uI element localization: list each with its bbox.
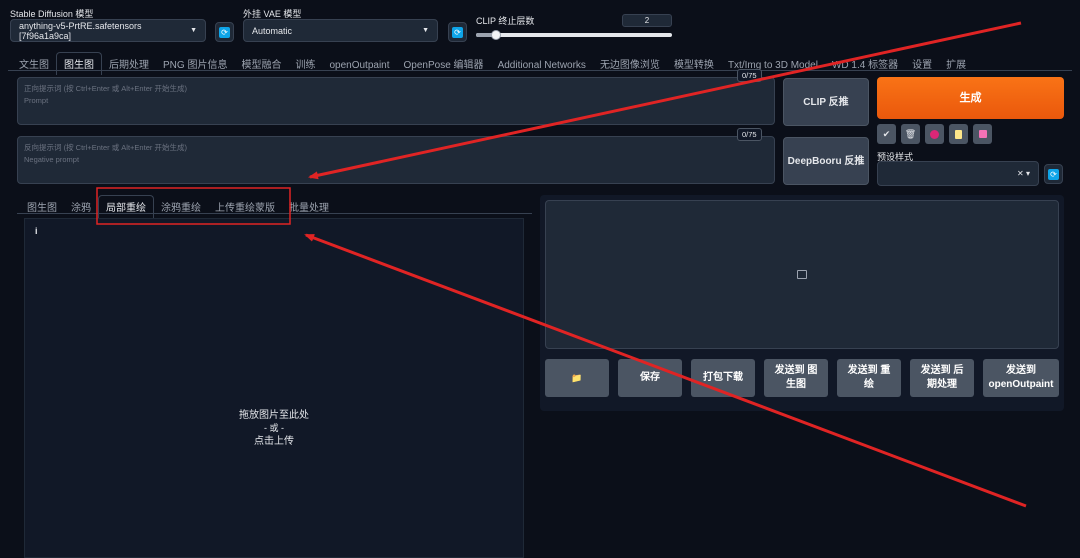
prompt-textarea[interactable]: 正向提示词 (按 Ctrl+Enter 或 Alt+Enter 开始生成) Pr… <box>17 77 775 125</box>
refresh-model-button[interactable]: ⟳ <box>215 22 234 42</box>
refresh-style-button[interactable]: ⟳ <box>1044 164 1063 184</box>
clipboard-icon[interactable] <box>949 124 968 144</box>
chevron-down-icon: ▼ <box>190 27 197 34</box>
tab-main-8[interactable]: Additional Networks <box>491 57 593 75</box>
send-to-openoutpaint-button[interactable]: 发送到 openOutpaint <box>983 359 1059 397</box>
subtabs-divider <box>17 213 532 214</box>
tab-main-4[interactable]: 模型融合 <box>234 53 288 75</box>
tab-sub-4[interactable]: 上传重绘蒙版 <box>208 196 282 218</box>
check-icon[interactable]: ✔ <box>877 124 896 144</box>
style-select[interactable]: ✕ ▾ <box>877 161 1039 186</box>
tab-sub-1[interactable]: 涂鸦 <box>64 196 98 218</box>
send-to-extras-button[interactable]: 发送到 后期处理 <box>910 359 974 397</box>
vae-value: Automatic <box>252 25 293 36</box>
folder-icon: 📁 <box>571 373 583 383</box>
tab-sub-3[interactable]: 涂鸦重绘 <box>154 196 208 218</box>
clip-skip-label: CLIP 终止层数 <box>476 16 535 26</box>
tab-main-0[interactable]: 文生图 <box>12 53 56 75</box>
tab-main-1[interactable]: 图生图 <box>56 52 102 75</box>
clip-interrogate-button[interactable]: CLIP 反推 <box>783 78 869 126</box>
sd-model-value: anything-v5-PrtRE.safetensors [7f96a1a9c… <box>19 20 142 41</box>
deepbooru-interrogate-button[interactable]: DeepBooru 反推 <box>783 137 869 185</box>
upload-hint-line1: 拖放图片至此处 <box>239 410 309 421</box>
open-folder-button[interactable]: 📁 <box>545 359 609 397</box>
negative-placeholder-en: Negative prompt <box>24 155 80 164</box>
tab-main-10[interactable]: 模型转换 <box>667 53 721 75</box>
output-image-gallery <box>545 200 1059 349</box>
send-to-inpaint-button[interactable]: 发送到 重绘 <box>837 359 901 397</box>
tab-main-3[interactable]: PNG 图片信息 <box>156 53 234 75</box>
tab-main-7[interactable]: OpenPose 编辑器 <box>397 53 491 75</box>
tab-main-13[interactable]: 设置 <box>905 53 939 75</box>
negative-prompt-textarea[interactable]: 反向提示词 (按 Ctrl+Enter 或 Alt+Enter 开始生成) Ne… <box>17 136 775 184</box>
save-icon[interactable] <box>973 124 992 144</box>
clear-dropdown-icon[interactable]: ✕ ▾ <box>1017 169 1030 178</box>
clip-skip-slider[interactable] <box>476 33 672 37</box>
negative-token-counter: 0/75 <box>737 128 762 141</box>
info-icon[interactable]: i <box>35 226 38 236</box>
refresh-icon: ⟳ <box>219 26 230 38</box>
save-button[interactable]: 保存 <box>618 359 682 397</box>
send-to-img2img-button[interactable]: 发送到 图生图 <box>764 359 828 397</box>
image-icon[interactable] <box>925 124 944 144</box>
tab-main-14[interactable]: 扩展 <box>939 53 973 75</box>
tab-main-6[interactable]: openOutpaint <box>322 57 396 75</box>
tab-main-5[interactable]: 训练 <box>288 53 322 75</box>
tab-main-12[interactable]: WD 1.4 标签器 <box>825 53 905 75</box>
sd-model-select[interactable]: anything-v5-PrtRE.safetensors [7f96a1a9c… <box>10 19 206 42</box>
refresh-icon: ⟳ <box>1048 168 1059 180</box>
tab-sub-5[interactable]: 批量处理 <box>282 196 336 218</box>
tab-main-9[interactable]: 无边图像浏览 <box>593 53 667 75</box>
tab-sub-0[interactable]: 图生图 <box>20 196 64 218</box>
trash-icon[interactable]: 🗑 <box>901 124 920 144</box>
image-placeholder-icon <box>797 270 807 279</box>
upload-hint: 拖放图片至此处 - 或 - 点击上传 <box>25 409 523 448</box>
img2img-sub-tabs: 图生图 涂鸦 局部重绘 涂鸦重绘 上传重绘蒙版 批量处理 <box>20 195 336 218</box>
tab-main-2[interactable]: 后期处理 <box>102 53 156 75</box>
clip-skip-thumb[interactable] <box>490 30 501 40</box>
style-tools: ✔ 🗑 <box>877 124 992 144</box>
upload-hint-line3: 点击上传 <box>254 436 294 447</box>
vae-select[interactable]: Automatic ▼ <box>243 19 438 42</box>
prompt-token-counter: 0/75 <box>737 69 762 82</box>
clip-skip-input[interactable]: 2 <box>622 14 672 27</box>
chevron-down-icon: ▼ <box>422 27 429 34</box>
tabs-divider <box>8 70 1072 71</box>
main-tabs: 文生图 图生图 后期处理 PNG 图片信息 模型融合 训练 openOutpaint Open… <box>12 52 973 75</box>
upload-hint-line2: - 或 - <box>264 423 284 433</box>
refresh-icon: ⟳ <box>452 26 463 38</box>
prompt-placeholder-en: Prompt <box>24 96 49 105</box>
image-upload-dropzone[interactable]: i 拖放图片至此处 - 或 - 点击上传 <box>24 218 524 558</box>
generate-button[interactable]: 生成 <box>877 77 1064 119</box>
tab-sub-2[interactable]: 局部重绘 <box>98 195 154 218</box>
negative-placeholder: 反向提示词 (按 Ctrl+Enter 或 Alt+Enter 开始生成) <box>24 143 187 152</box>
zip-download-button[interactable]: 打包下载 <box>691 359 755 397</box>
prompt-placeholder: 正向提示词 (按 Ctrl+Enter 或 Alt+Enter 开始生成) <box>24 84 187 93</box>
refresh-vae-button[interactable]: ⟳ <box>448 22 467 42</box>
